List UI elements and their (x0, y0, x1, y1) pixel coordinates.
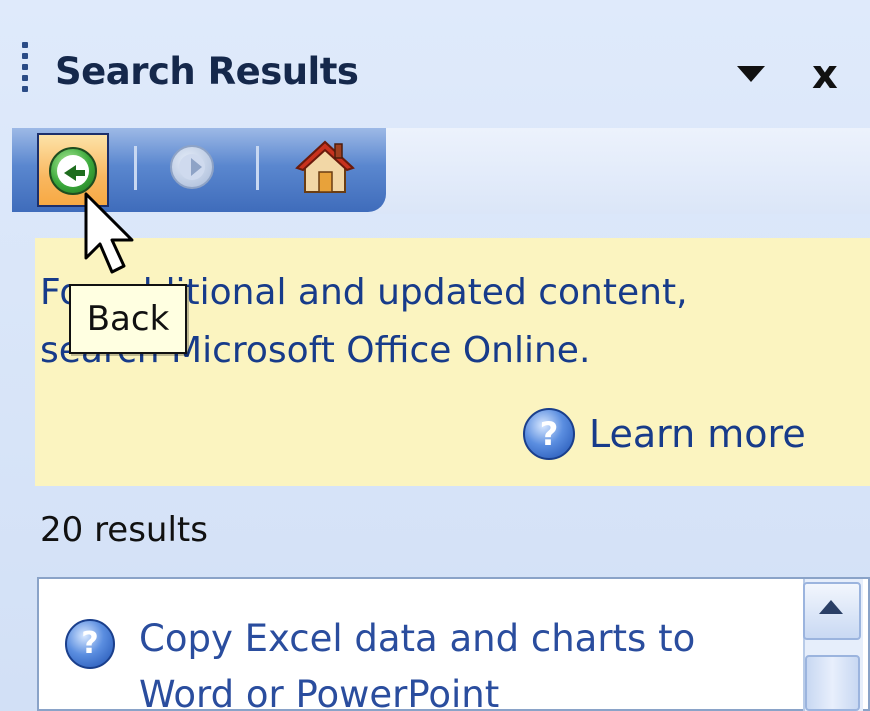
help-icon: ? (523, 408, 575, 460)
home-icon[interactable] (295, 138, 355, 196)
pane-options-dropdown-icon[interactable] (737, 66, 765, 82)
search-results-pane: Search Results x For additional and upda… (0, 0, 870, 711)
learn-more-label: Learn more (589, 412, 806, 456)
drag-grip-handle[interactable] (22, 42, 30, 102)
toolbar-separator (134, 146, 137, 190)
close-pane-button[interactable]: x (812, 50, 838, 100)
forward-arrow-icon (191, 158, 202, 176)
results-count: 20 results (40, 510, 208, 550)
scroll-thumb[interactable] (805, 655, 860, 711)
help-icon: ? (65, 619, 115, 669)
back-arrow-icon (49, 147, 97, 195)
list-item[interactable]: ? Copy Excel data and charts to Word or … (65, 617, 759, 709)
forward-button[interactable] (170, 145, 214, 189)
learn-more-link[interactable]: ? Learn more (523, 406, 806, 462)
toolbar-separator (256, 146, 259, 190)
mouse-pointer-icon (84, 192, 134, 274)
results-list: ? Copy Excel data and charts to Word or … (37, 577, 870, 711)
pane-title: Search Results (55, 50, 359, 93)
scroll-up-button[interactable] (803, 582, 861, 640)
back-tooltip: Back (69, 284, 187, 354)
result-title-link[interactable]: Copy Excel data and charts to Word or Po… (139, 611, 759, 709)
navigation-toolbar (12, 128, 386, 212)
